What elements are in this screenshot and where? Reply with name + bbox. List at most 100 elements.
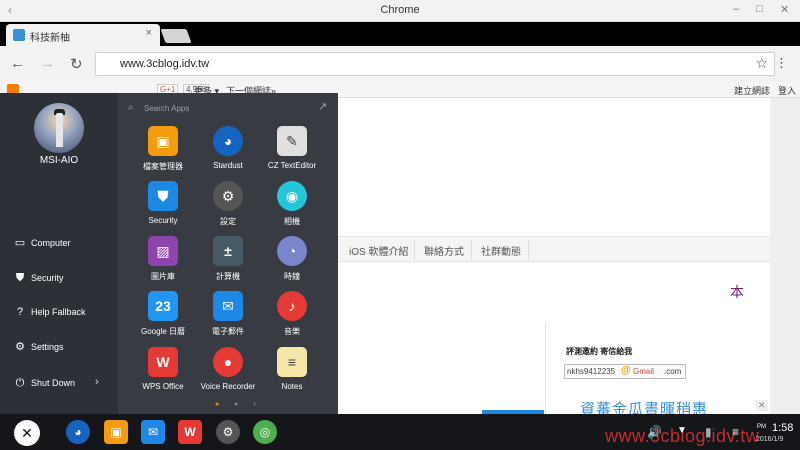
nav-ios-apps[interactable]: iOS 軟體介紹	[349, 243, 408, 258]
calculator-icon: ±	[213, 236, 243, 266]
close-tab-icon[interactable]: ×	[146, 27, 152, 39]
gear-icon: ⚙	[15, 341, 25, 353]
volume-icon[interactable]: 🔊	[647, 425, 662, 439]
app-tile[interactable]: ● Voice Recorder	[195, 347, 261, 399]
page-indicator[interactable]: ●	[234, 401, 238, 408]
menu-item-label: Settings	[31, 342, 64, 352]
start-menu: MSI-AIO ▭ Computer ⛊ Security ? Help Fal…	[0, 93, 338, 414]
email-tld: .com	[664, 367, 682, 376]
app-tile[interactable]: 23 Google 日曆	[130, 291, 196, 343]
chrome-menu-button[interactable]: ⋮	[775, 55, 788, 71]
app-label: Google 日曆	[140, 327, 186, 336]
menu-item-computer[interactable]: ▭ Computer	[0, 233, 118, 255]
search-apps-input[interactable]: Search Apps	[144, 104, 189, 113]
app-drawer: ⌕ Search Apps ↗ ▣ 檔案管理器 ◕ Stardust ✎ CZ TextE…	[118, 93, 338, 414]
calendar-icon: 23	[148, 291, 178, 321]
stardust-icon: ◕	[213, 126, 243, 156]
maximize-button[interactable]: □	[756, 3, 763, 15]
menu-item-label: Shut Down	[31, 378, 76, 388]
back-button[interactable]: ←	[10, 55, 25, 72]
clock-time[interactable]: 1:58	[772, 422, 793, 434]
address-bar[interactable]: www.3cblog.idv.tw ☆	[95, 52, 775, 76]
text-editor-icon: ✎	[277, 126, 307, 156]
app-label: 相機	[284, 217, 300, 226]
app-glyph: 23	[155, 298, 171, 314]
bookmark-star-icon[interactable]: ☆	[755, 55, 768, 72]
app-tile[interactable]: ♪ 音樂	[259, 291, 325, 343]
browser-toolbar: ← → ↻ www.3cblog.idv.tw ☆ ⋮	[0, 46, 800, 82]
taskbar-settings-icon[interactable]: ⚙	[216, 420, 240, 444]
forward-button[interactable]: →	[40, 55, 55, 72]
menu-item-security[interactable]: ⛊ Security	[0, 268, 118, 290]
expand-icon[interactable]: ↗	[318, 100, 327, 113]
app-tile[interactable]: ▣ 檔案管理器	[130, 126, 196, 178]
app-glyph: ⛊	[157, 188, 169, 204]
nav-contact[interactable]: 聯絡方式	[424, 243, 464, 258]
app-tile[interactable]: ✉ 電子郵件	[195, 291, 261, 343]
email-app-icon: ✉	[213, 291, 243, 321]
app-tile[interactable]: ± 計算機	[195, 236, 261, 288]
app-tile[interactable]: ◕ Stardust	[195, 126, 261, 178]
new-tab-button[interactable]	[160, 29, 192, 43]
url-text[interactable]: www.3cblog.idv.tw	[120, 58, 209, 70]
app-label: WPS Office	[142, 382, 184, 391]
file-manager-icon: ▣	[148, 126, 178, 156]
taskbar-app-glyph: W	[184, 425, 196, 439]
wifi-icon[interactable]: ▼	[677, 425, 687, 436]
menu-item-help[interactable]: ? Help Fallback	[0, 302, 118, 324]
shield-icon: ⛊	[15, 272, 25, 284]
taskbar-app-glyph: ✉	[147, 425, 159, 439]
next-page-icon[interactable]: ›	[253, 398, 256, 408]
monitor-icon: ▭	[14, 237, 26, 249]
taskbar-app-glyph: ▣	[110, 425, 122, 439]
gallery-icon: ▨	[148, 236, 178, 266]
app-glyph: ♪	[288, 298, 296, 314]
start-button[interactable]: ✕	[14, 420, 40, 446]
chevron-right-icon[interactable]: ›	[95, 376, 99, 388]
app-glyph: W	[156, 354, 170, 370]
browser-tab[interactable]: 科技新柚 ×	[6, 24, 160, 46]
app-tile[interactable]: W WPS Office	[130, 347, 196, 399]
app-tile[interactable]: ▨ 圖片庫	[130, 236, 196, 288]
battery-icon[interactable]: ▮	[705, 425, 712, 439]
taskbar-file-manager-icon[interactable]: ▣	[104, 420, 128, 444]
app-tile[interactable]: ⚙ 設定	[195, 181, 261, 233]
page-indicator-active[interactable]: ●	[215, 401, 219, 408]
nav-social[interactable]: 社群動態	[481, 243, 521, 258]
tab-strip: 科技新柚 ×	[0, 22, 800, 46]
close-window-button[interactable]: ✕	[780, 3, 789, 16]
app-glyph: ◉	[285, 188, 299, 204]
taskbar-stardust-icon[interactable]: ◕	[66, 420, 90, 444]
start-menu-sidebar: MSI-AIO ▭ Computer ⛊ Security ? Help Fal…	[0, 93, 118, 414]
taskbar-chrome-icon[interactable]: ◎	[253, 420, 277, 444]
app-label: 計算機	[216, 272, 240, 281]
reload-button[interactable]: ↻	[70, 55, 83, 73]
taskbar-app-glyph: ⚙	[222, 425, 234, 439]
help-icon: ?	[16, 306, 24, 318]
nav-divider	[471, 240, 472, 260]
app-label: Security	[148, 216, 178, 225]
app-tile[interactable]: ≡ Notes	[259, 347, 325, 399]
app-tile[interactable]: ⛊ Security	[130, 181, 196, 233]
notifications-icon[interactable]: ≡	[732, 425, 739, 439]
app-tile[interactable]: ✎ CZ TextEditor	[259, 126, 325, 178]
login-link[interactable]: 登入	[778, 84, 796, 97]
app-tile[interactable]: ◔ 時鐘	[259, 236, 325, 288]
app-tile[interactable]: ◉ 相機	[259, 181, 325, 233]
taskbar-wps-icon[interactable]: W	[178, 420, 202, 444]
email-at: @	[621, 365, 631, 376]
menu-item-label: Computer	[31, 238, 71, 248]
app-glyph: ◕	[223, 133, 233, 149]
user-avatar[interactable]	[34, 103, 84, 153]
taskbar-email-icon[interactable]: ✉	[141, 420, 165, 444]
clock-ampm: PM	[757, 424, 766, 430]
create-blog-link[interactable]: 建立網誌	[734, 84, 770, 97]
music-icon: ♪	[277, 291, 307, 321]
minimize-button[interactable]: –	[733, 3, 739, 15]
security-app-icon: ⛊	[148, 181, 178, 211]
menu-item-shutdown[interactable]: ⏻ Shut Down ›	[0, 373, 118, 395]
favicon-icon	[13, 29, 25, 41]
nav-divider	[528, 240, 529, 260]
ad-close-icon[interactable]: ✕	[756, 400, 768, 411]
menu-item-settings[interactable]: ⚙ Settings	[0, 337, 118, 359]
